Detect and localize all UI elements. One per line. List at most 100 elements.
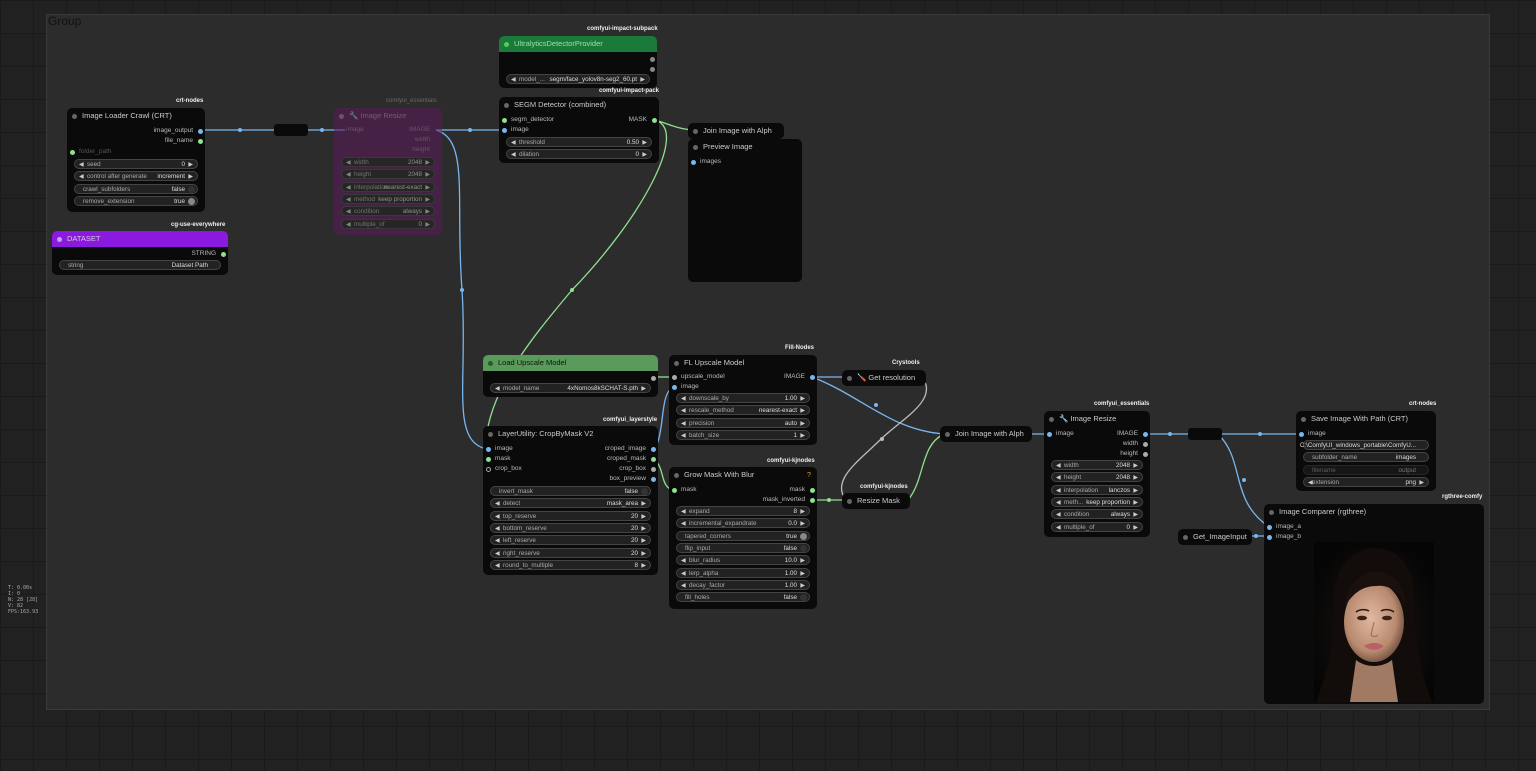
node-segm-detector[interactable]: SEGM Detector (combined) segm_detector MA… <box>499 97 659 163</box>
arrow-right-icon[interactable]: ▶ <box>425 183 430 193</box>
widget-row[interactable]: ◀ top_reserve 20 ▶ <box>490 510 651 522</box>
arrow-left-icon[interactable]: ◀ <box>346 158 351 168</box>
arrow-left-icon[interactable]: ◀ <box>495 561 500 571</box>
widget-row[interactable]: ◀ multiple_of 0 ▶ <box>341 218 435 230</box>
node-header[interactable]: Preview Image <box>688 139 802 155</box>
widget-row[interactable]: ◀ downscale_by 1.00 ▶ <box>676 393 810 403</box>
arrow-right-icon[interactable]: ▶ <box>800 556 805 566</box>
widget-threshold[interactable]: ◀ threshold 0.50 ▶ <box>506 137 652 147</box>
arrow-right-icon[interactable]: ▶ <box>641 536 646 546</box>
toggle-icon[interactable] <box>641 488 648 495</box>
input-slot[interactable] <box>672 374 677 380</box>
widget-row[interactable]: ◀ condition always ▶ <box>341 206 435 217</box>
arrow-left-icon[interactable]: ◀ <box>681 519 686 529</box>
node-header[interactable]: Join Image with Alph <box>688 123 784 139</box>
input-slot[interactable] <box>70 149 75 155</box>
node-get-resolution[interactable]: 🪛 Get resolution <box>842 370 926 386</box>
node-header[interactable]: 🪛 Get resolution <box>842 370 926 386</box>
widget-row[interactable]: ◀ interpolation nearest-exact ▶ <box>341 181 435 193</box>
input-slot[interactable] <box>486 466 491 472</box>
arrow-left-icon[interactable]: ◀ <box>346 220 351 230</box>
node-image-resize-bypassed[interactable]: 🔧 Image Resize image IMAGE width height ◀… <box>334 108 442 235</box>
output-slot[interactable] <box>650 56 655 62</box>
widget-row[interactable]: ◀ multiple_of 0 ▶ <box>1051 521 1143 532</box>
toggle-icon[interactable] <box>800 532 807 540</box>
arrow-left-icon[interactable]: ◀ <box>681 556 686 566</box>
toggle-icon[interactable] <box>188 198 195 205</box>
output-slot[interactable] <box>650 66 655 72</box>
arrow-left-icon[interactable]: ◀ <box>346 207 351 217</box>
arrow-right-icon[interactable]: ▶ <box>641 561 646 571</box>
toggle-icon[interactable] <box>800 594 807 602</box>
arrow-left-icon[interactable]: ◀ <box>79 172 84 182</box>
node-save-image-with-path[interactable]: Save Image With Path (CRT) image C:\Comf… <box>1296 411 1436 491</box>
arrow-right-icon[interactable]: ▶ <box>641 499 646 509</box>
node-preview-image[interactable]: Preview Image images <box>688 139 802 282</box>
input-slot[interactable] <box>691 159 696 165</box>
widget-model-name[interactable]: ◀ model_... segm/face_yolov8n-seg2_60.pt ▶ <box>506 74 650 84</box>
output-slot[interactable] <box>810 497 815 503</box>
output-slot[interactable] <box>1143 431 1148 437</box>
collapse-dot-icon[interactable] <box>504 42 509 47</box>
widget-row[interactable]: ◀ extension png ▶ <box>1303 476 1429 487</box>
node-header[interactable]: Join Image with Alph <box>940 426 1032 442</box>
arrow-left-icon[interactable]: ◀ <box>79 160 84 170</box>
arrow-right-icon[interactable]: ▶ <box>641 549 646 559</box>
widget-row[interactable]: ◀ interpolation lanczos ▶ <box>1051 484 1143 495</box>
node-load-upscale-model[interactable]: Load Upscale Model ◀ model_name 4xNomos8kS… <box>483 355 658 397</box>
output-slot[interactable] <box>1143 441 1148 447</box>
widget-dilation[interactable]: ◀ dilation 0 ▶ <box>506 149 652 159</box>
arrow-right-icon[interactable]: ▶ <box>641 512 646 522</box>
widget-row[interactable]: ◀ lerp_alpha 1.00 ▶ <box>676 567 810 579</box>
node-grow-mask-with-blur[interactable]: Grow Mask With Blur? mask mask mask_inver… <box>669 467 817 609</box>
arrow-left-icon[interactable]: ◀ <box>495 536 500 546</box>
widget-row[interactable]: ◀ width 2048 ▶ <box>341 157 435 167</box>
input-slot[interactable] <box>1267 524 1272 530</box>
arrow-left-icon[interactable]: ◀ <box>1056 473 1061 483</box>
arrow-left-icon[interactable]: ◀ <box>681 581 686 591</box>
input-slot[interactable] <box>502 117 507 123</box>
widget-row[interactable]: ◀ meth... keep proportion ▶ <box>1051 496 1143 507</box>
node-resize-mask[interactable]: Resize Mask <box>842 493 910 509</box>
input-slot[interactable] <box>672 384 677 390</box>
collapse-dot-icon[interactable] <box>339 114 344 119</box>
node-image-comparer[interactable]: Image Comparer (rgthree) image_a image_b <box>1264 504 1484 704</box>
arrow-left-icon[interactable]: ◀ <box>681 394 686 404</box>
arrow-left-icon[interactable]: ◀ <box>495 499 500 509</box>
output-slot[interactable] <box>651 446 656 452</box>
arrow-left-icon[interactable]: ◀ <box>511 75 516 85</box>
comparison-image-portrait[interactable] <box>1314 542 1434 702</box>
arrow-right-icon[interactable]: ▶ <box>425 170 430 180</box>
arrow-right-icon[interactable]: ▶ <box>800 569 805 579</box>
arrow-left-icon[interactable]: ◀ <box>495 384 500 394</box>
node-header[interactable]: Get_ImageInput <box>1178 529 1252 545</box>
arrow-left-icon[interactable]: ◀ <box>495 512 500 522</box>
output-slot[interactable] <box>810 487 815 493</box>
node-ultralytics-detector[interactable]: UltralyticsDetectorProvider ◀ model_... se… <box>499 36 657 88</box>
widget-row[interactable]: ◀ incremental_expandrate 0.0 ▶ <box>676 518 810 529</box>
node-header[interactable]: Resize Mask <box>842 493 910 509</box>
arrow-right-icon[interactable]: ▶ <box>642 150 647 160</box>
collapse-dot-icon[interactable] <box>945 432 950 437</box>
output-slot[interactable] <box>198 128 203 134</box>
arrow-right-icon[interactable]: ▶ <box>800 394 805 404</box>
output-slot[interactable] <box>651 476 656 482</box>
output-slot[interactable] <box>198 138 203 144</box>
arrow-right-icon[interactable]: ▶ <box>1133 461 1138 471</box>
widget-row[interactable]: ◀ height 2048 ▶ <box>341 169 435 180</box>
output-slot[interactable] <box>1143 451 1148 457</box>
input-slot[interactable] <box>1047 431 1052 437</box>
input-slot[interactable] <box>1299 431 1304 437</box>
widget-row[interactable]: filename output <box>1303 464 1429 475</box>
arrow-left-icon[interactable]: ◀ <box>681 406 686 416</box>
widget-row[interactable]: ◀ batch_size 1 ▶ <box>676 429 810 440</box>
output-slot[interactable] <box>221 251 226 257</box>
node-header[interactable]: SEGM Detector (combined) <box>499 97 659 113</box>
arrow-left-icon[interactable]: ◀ <box>681 507 686 517</box>
widget-row[interactable]: subfolder_name images <box>1303 452 1429 463</box>
widget-row[interactable]: ◀ condition always ▶ <box>1051 509 1143 520</box>
widget-row[interactable]: ◀ left_reserve 20 ▶ <box>490 535 651 546</box>
arrow-right-icon[interactable]: ▶ <box>1133 510 1138 520</box>
output-slot[interactable] <box>651 466 656 472</box>
arrow-left-icon[interactable]: ◀ <box>495 549 500 559</box>
